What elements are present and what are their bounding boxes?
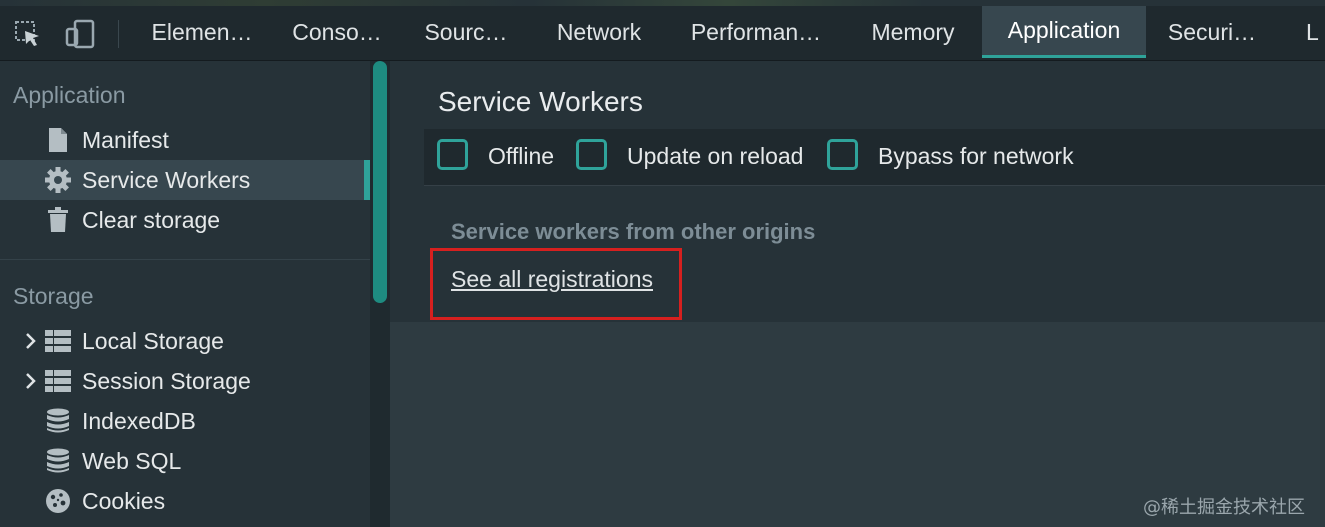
tab-elements[interactable]: Elemen…: [140, 6, 264, 58]
tab-application[interactable]: Application: [982, 6, 1146, 58]
chevron-right-icon[interactable]: [22, 369, 40, 393]
update-on-reload-label[interactable]: Update on reload: [627, 143, 803, 170]
toolbar-separator: [118, 20, 119, 48]
sidebar-item-clear-storage[interactable]: Clear storage: [0, 200, 370, 240]
inspect-element-icon[interactable]: [12, 18, 44, 50]
database-icon: [44, 407, 72, 435]
service-workers-toolbar: Offline Update on reload Bypass for netw…: [424, 129, 1325, 186]
tab-security[interactable]: Securi…: [1156, 6, 1268, 58]
sidebar-section-application: Application: [13, 82, 126, 108]
tab-performance[interactable]: Performan…: [676, 6, 836, 58]
sidebar-item-manifest[interactable]: Manifest: [0, 120, 370, 160]
sidebar-item-cookies[interactable]: Cookies: [0, 481, 370, 521]
update-on-reload-checkbox[interactable]: [576, 139, 607, 170]
trash-icon: [44, 206, 72, 234]
database-icon: [44, 447, 72, 475]
tab-network[interactable]: Network: [540, 6, 658, 58]
cookie-icon: [44, 487, 72, 515]
other-origins-heading: Service workers from other origins: [451, 219, 816, 244]
sidebar-item-web-sql[interactable]: Web SQL: [0, 441, 370, 481]
tab-memory[interactable]: Memory: [854, 6, 972, 58]
bypass-for-network-label[interactable]: Bypass for network: [878, 143, 1074, 170]
sidebar-item-session-storage[interactable]: Session Storage: [0, 361, 370, 401]
gear-icon: [44, 166, 72, 194]
offline-label[interactable]: Offline: [488, 143, 554, 170]
sidebar-item-label: Local Storage: [82, 327, 224, 354]
offline-checkbox[interactable]: [437, 139, 468, 170]
device-toolbar-icon[interactable]: [64, 18, 96, 50]
chevron-right-icon[interactable]: [22, 329, 40, 353]
tab-lighthouse[interactable]: L: [1306, 6, 1325, 58]
document-icon: [44, 126, 72, 154]
sidebar-scrollbar[interactable]: [370, 61, 390, 527]
tab-console[interactable]: Conso…: [280, 6, 394, 58]
application-sidebar: Application Manifest Service Workers Cle…: [0, 61, 390, 527]
sidebar-item-service-workers[interactable]: Service Workers: [0, 160, 370, 200]
page-title: Service Workers: [438, 86, 643, 117]
sidebar-divider: [0, 259, 370, 260]
bypass-for-network-checkbox[interactable]: [827, 139, 858, 170]
sidebar-item-label: IndexedDB: [82, 407, 196, 434]
watermark-text: @稀土掘金技术社区: [1143, 497, 1305, 518]
sidebar-item-label: Service Workers: [82, 166, 251, 193]
sidebar-section-storage: Storage: [13, 283, 94, 309]
sidebar-item-label: Cookies: [82, 487, 166, 514]
grid-icon: [44, 327, 72, 355]
grid-icon: [44, 367, 72, 395]
sidebar-item-label: Session Storage: [82, 367, 251, 394]
scrollbar-thumb[interactable]: [373, 61, 387, 303]
sidebar-item-label: Manifest: [82, 126, 169, 153]
sidebar-item-label: Web SQL: [82, 447, 182, 474]
devtools-tab-bar: Elemen… Conso… Sourc… Network Performan……: [0, 0, 1325, 61]
sidebar-item-label: Clear storage: [82, 206, 221, 233]
sidebar-item-local-storage[interactable]: Local Storage: [0, 321, 370, 361]
sidebar-item-indexeddb[interactable]: IndexedDB: [0, 401, 370, 441]
highlight-annotation-box: [430, 248, 682, 320]
tab-sources[interactable]: Sourc…: [412, 6, 520, 58]
